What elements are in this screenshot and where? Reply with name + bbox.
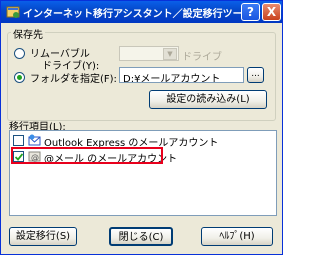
- list-item[interactable]: Outlook Express のメールアカウント: [12, 134, 262, 149]
- dialog-window: インターネット移行アシスタント／設定移行ツール ? X 保存先 リムーバブル ド…: [0, 0, 283, 255]
- app-icon: [6, 6, 20, 18]
- item-checkbox[interactable]: [13, 135, 24, 146]
- browse-button[interactable]: ...: [247, 67, 264, 83]
- chevron-down-icon[interactable]: ▼: [163, 48, 177, 60]
- save-location-legend: 保存先: [11, 26, 45, 41]
- help-title-button[interactable]: ?: [241, 3, 260, 21]
- load-settings-button[interactable]: 設定の読み込み(L): [149, 90, 267, 109]
- outlook-express-icon: [28, 134, 41, 146]
- selection-highlight: [11, 147, 163, 164]
- close-title-button[interactable]: X: [262, 3, 281, 21]
- close-button[interactable]: 閉じる(C): [109, 227, 173, 246]
- window-title: インターネット移行アシスタント／設定移行ツール: [23, 9, 253, 20]
- drive-suffix-label: ドライブ: [182, 52, 222, 63]
- drive-combo[interactable]: ▼: [119, 46, 179, 61]
- folder-path-input[interactable]: D:¥メールアカウント: [119, 67, 244, 83]
- folder-radio[interactable]: [14, 72, 25, 83]
- title-bar[interactable]: インターネット移行アシスタント／設定移行ツール ? X: [1, 1, 282, 23]
- migrate-button[interactable]: 設定移行(S): [9, 227, 77, 246]
- migration-items-list[interactable]: Outlook Express のメールアカウント @ @メール のメールアカウ…: [9, 130, 277, 216]
- folder-label: フォルダを指定(F):: [30, 74, 117, 85]
- help-button[interactable]: ﾍﾙﾌﾟ(H): [201, 227, 273, 246]
- radio-selected-dot: [17, 75, 22, 80]
- removable-radio[interactable]: [14, 48, 25, 59]
